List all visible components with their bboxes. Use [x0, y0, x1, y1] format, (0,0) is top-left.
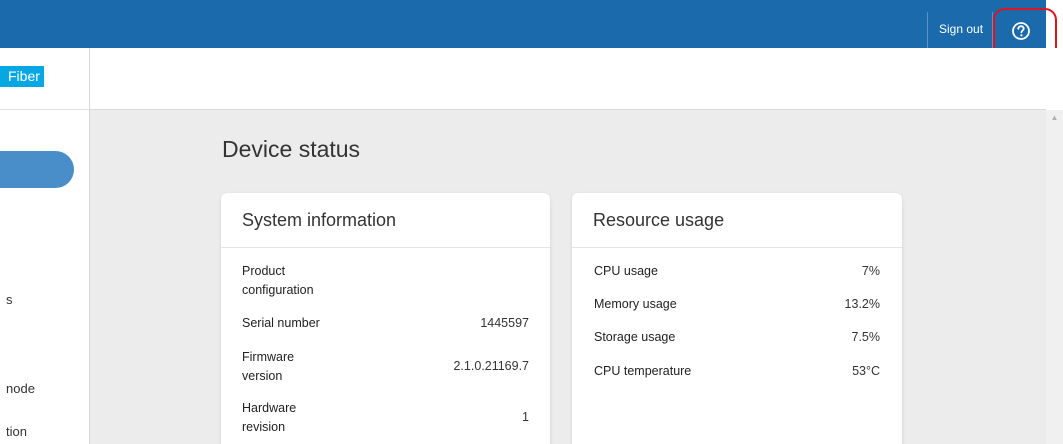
vertical-scrollbar[interactable]: [1046, 110, 1063, 444]
memory-usage-value: 13.2%: [844, 297, 880, 311]
top-bar: Sign out: [0, 0, 1046, 48]
serial-number-label: Serial number: [242, 316, 320, 330]
card-title: System information: [242, 210, 397, 230]
cpu-temperature-label: CPU temperature: [594, 364, 692, 378]
sidebar-item-3[interactable]: tion: [6, 424, 27, 439]
cpu-usage-value: 7%: [861, 264, 880, 278]
sidebar-logo-area: Fiber: [0, 48, 90, 110]
cpu-usage-label: CPU usage: [594, 264, 658, 278]
page-title: Device status: [222, 136, 361, 162]
sidebar-item-1[interactable]: s: [6, 292, 13, 307]
firmware-version-label: Firmware version: [242, 350, 295, 383]
sign-out-button[interactable]: Sign out: [939, 22, 983, 36]
system-information-card: System information Product configuration…: [221, 193, 550, 444]
serial-number-value: 1445597: [480, 316, 529, 330]
memory-usage-label: Memory usage: [594, 297, 677, 311]
cpu-temperature-value: 53°C: [852, 364, 880, 378]
topbar-divider: [927, 12, 928, 48]
help-button[interactable]: [1011, 21, 1031, 41]
sidebar: Fiber s node tion: [0, 48, 90, 444]
card-divider: [572, 247, 902, 248]
question-circle-icon: [1012, 22, 1030, 40]
card-title: Resource usage: [593, 210, 725, 230]
firmware-version-value: 2.1.0.21169.7: [453, 359, 529, 373]
storage-usage-label: Storage usage: [594, 330, 676, 344]
resource-usage-card: Resource usage CPU usage 7% Memory usage…: [572, 193, 902, 444]
card-divider: [221, 247, 550, 248]
hardware-revision-label: Hardware revision: [242, 401, 297, 434]
hardware-revision-value: 1: [522, 410, 529, 424]
product-configuration-label: Product configuration: [242, 264, 314, 297]
storage-usage-value: 7.5%: [851, 330, 881, 344]
sidebar-item-2[interactable]: node: [6, 381, 35, 396]
header-strip: [90, 48, 1046, 110]
scroll-up-arrow-icon[interactable]: ▲: [1046, 112, 1063, 124]
app-window: Sign out Fiber s node tion ▲ Device stat…: [0, 0, 1063, 444]
brand-logo: Fiber: [0, 66, 44, 87]
header-right-edge: [1046, 48, 1063, 110]
sidebar-primary-button[interactable]: [0, 151, 74, 188]
topbar-divider: [992, 12, 993, 48]
